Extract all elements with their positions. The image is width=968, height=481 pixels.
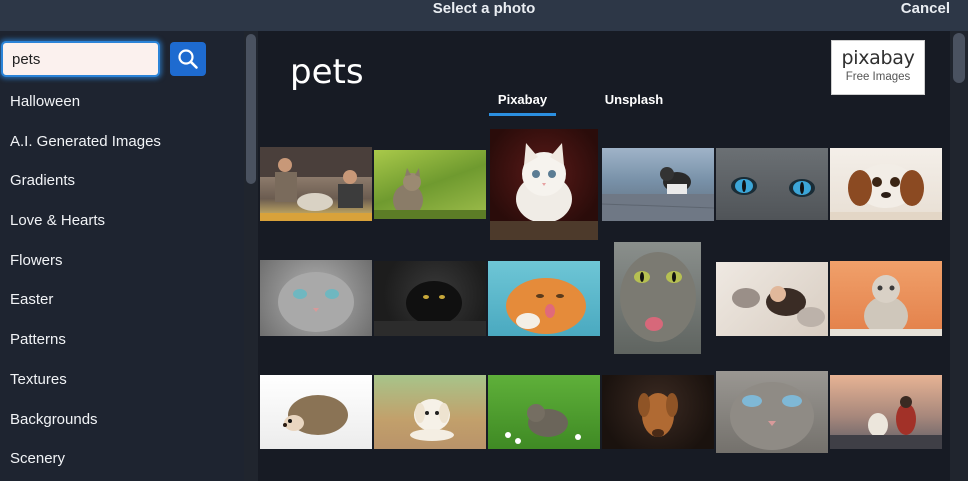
ginger-cat-licking-image: [506, 278, 586, 334]
couple-with-dog-lake-image: [830, 396, 942, 449]
photo-thumbnail[interactable]: [260, 260, 372, 336]
photo-thumbnail[interactable]: [374, 150, 486, 219]
search-input[interactable]: [1, 41, 160, 77]
category-item-flowers[interactable]: Flowers: [0, 241, 244, 281]
pixabay-subtitle: Free Images: [845, 71, 911, 83]
gray-cat-portrait-image: [278, 272, 354, 332]
category-item-scenery[interactable]: Scenery: [0, 439, 244, 479]
search-button[interactable]: [170, 42, 206, 76]
tab-pixabay[interactable]: Pixabay: [489, 90, 556, 116]
category-item-easter[interactable]: Easter: [0, 280, 244, 320]
photo-thumbnail[interactable]: [260, 147, 372, 221]
photo-thumbnail[interactable]: [490, 129, 598, 240]
photo-thumbnail[interactable]: [488, 375, 600, 449]
spaniel-puppy-image: [830, 164, 942, 220]
pixabay-logo[interactable]: pixabay Free Images: [831, 40, 925, 95]
cancel-button[interactable]: Cancel: [901, 0, 950, 18]
kitten-in-grass-image: [374, 168, 486, 219]
photo-thumbnail[interactable]: [602, 375, 714, 449]
hedgehog-image: [283, 395, 348, 435]
people-with-dogs-image: [260, 147, 372, 221]
category-item-love-hearts[interactable]: Love & Hearts: [0, 201, 244, 241]
photo-thumbnail[interactable]: [602, 148, 714, 221]
kitten-on-rocks-image: [602, 167, 714, 221]
white-puppy-image: [410, 399, 454, 441]
sidebar-scrollbar[interactable]: [244, 31, 258, 481]
query-heading: pets: [290, 52, 364, 92]
category-item-ai-generated[interactable]: A.I. Generated Images: [0, 122, 244, 162]
category-list: Halloween A.I. Generated Images Gradient…: [0, 82, 244, 479]
search-icon: [178, 49, 198, 69]
top-bar: Select a photo Cancel: [0, 0, 968, 31]
scottish-fold-cat-image: [830, 275, 942, 336]
photo-thumbnail[interactable]: [716, 148, 828, 220]
gray-cat-blue-eyes-image: [730, 382, 814, 450]
tabby-tongue-out-image: [620, 252, 696, 342]
dialog-title: Select a photo: [432, 0, 536, 17]
category-item-patterns[interactable]: Patterns: [0, 320, 244, 360]
woman-lying-with-cat-image: [732, 286, 825, 327]
brown-dog-image: [638, 393, 678, 437]
photo-thumbnail[interactable]: [374, 261, 486, 336]
kitten-in-flowers-image: [505, 404, 581, 444]
black-cat-image: [374, 281, 486, 336]
photo-thumbnail[interactable]: [830, 375, 942, 449]
sidebar-scroll-thumb[interactable]: [246, 34, 256, 184]
results-scrollbar[interactable]: [950, 31, 968, 481]
cat-blue-eyes-closeup-image: [731, 177, 815, 197]
photo-thumbnail[interactable]: [716, 262, 828, 336]
tab-unsplash[interactable]: Unsplash: [598, 90, 670, 116]
category-item-textures[interactable]: Textures: [0, 360, 244, 400]
photo-thumbnail[interactable]: [488, 261, 600, 336]
results-scroll-thumb[interactable]: [953, 33, 965, 83]
category-item-halloween[interactable]: Halloween: [0, 82, 244, 122]
photo-thumbnail[interactable]: [716, 371, 828, 453]
photo-thumbnail[interactable]: [374, 375, 486, 449]
pixabay-logo-text: pixabay: [841, 47, 915, 69]
photo-thumbnail[interactable]: [830, 148, 942, 220]
category-item-backgrounds[interactable]: Backgrounds: [0, 400, 244, 440]
photo-thumbnail[interactable]: [830, 261, 942, 336]
white-kitten-image: [490, 143, 598, 240]
photo-thumbnail[interactable]: [260, 375, 372, 449]
photo-thumbnail[interactable]: [614, 242, 701, 354]
category-item-gradients[interactable]: Gradients: [0, 161, 244, 201]
